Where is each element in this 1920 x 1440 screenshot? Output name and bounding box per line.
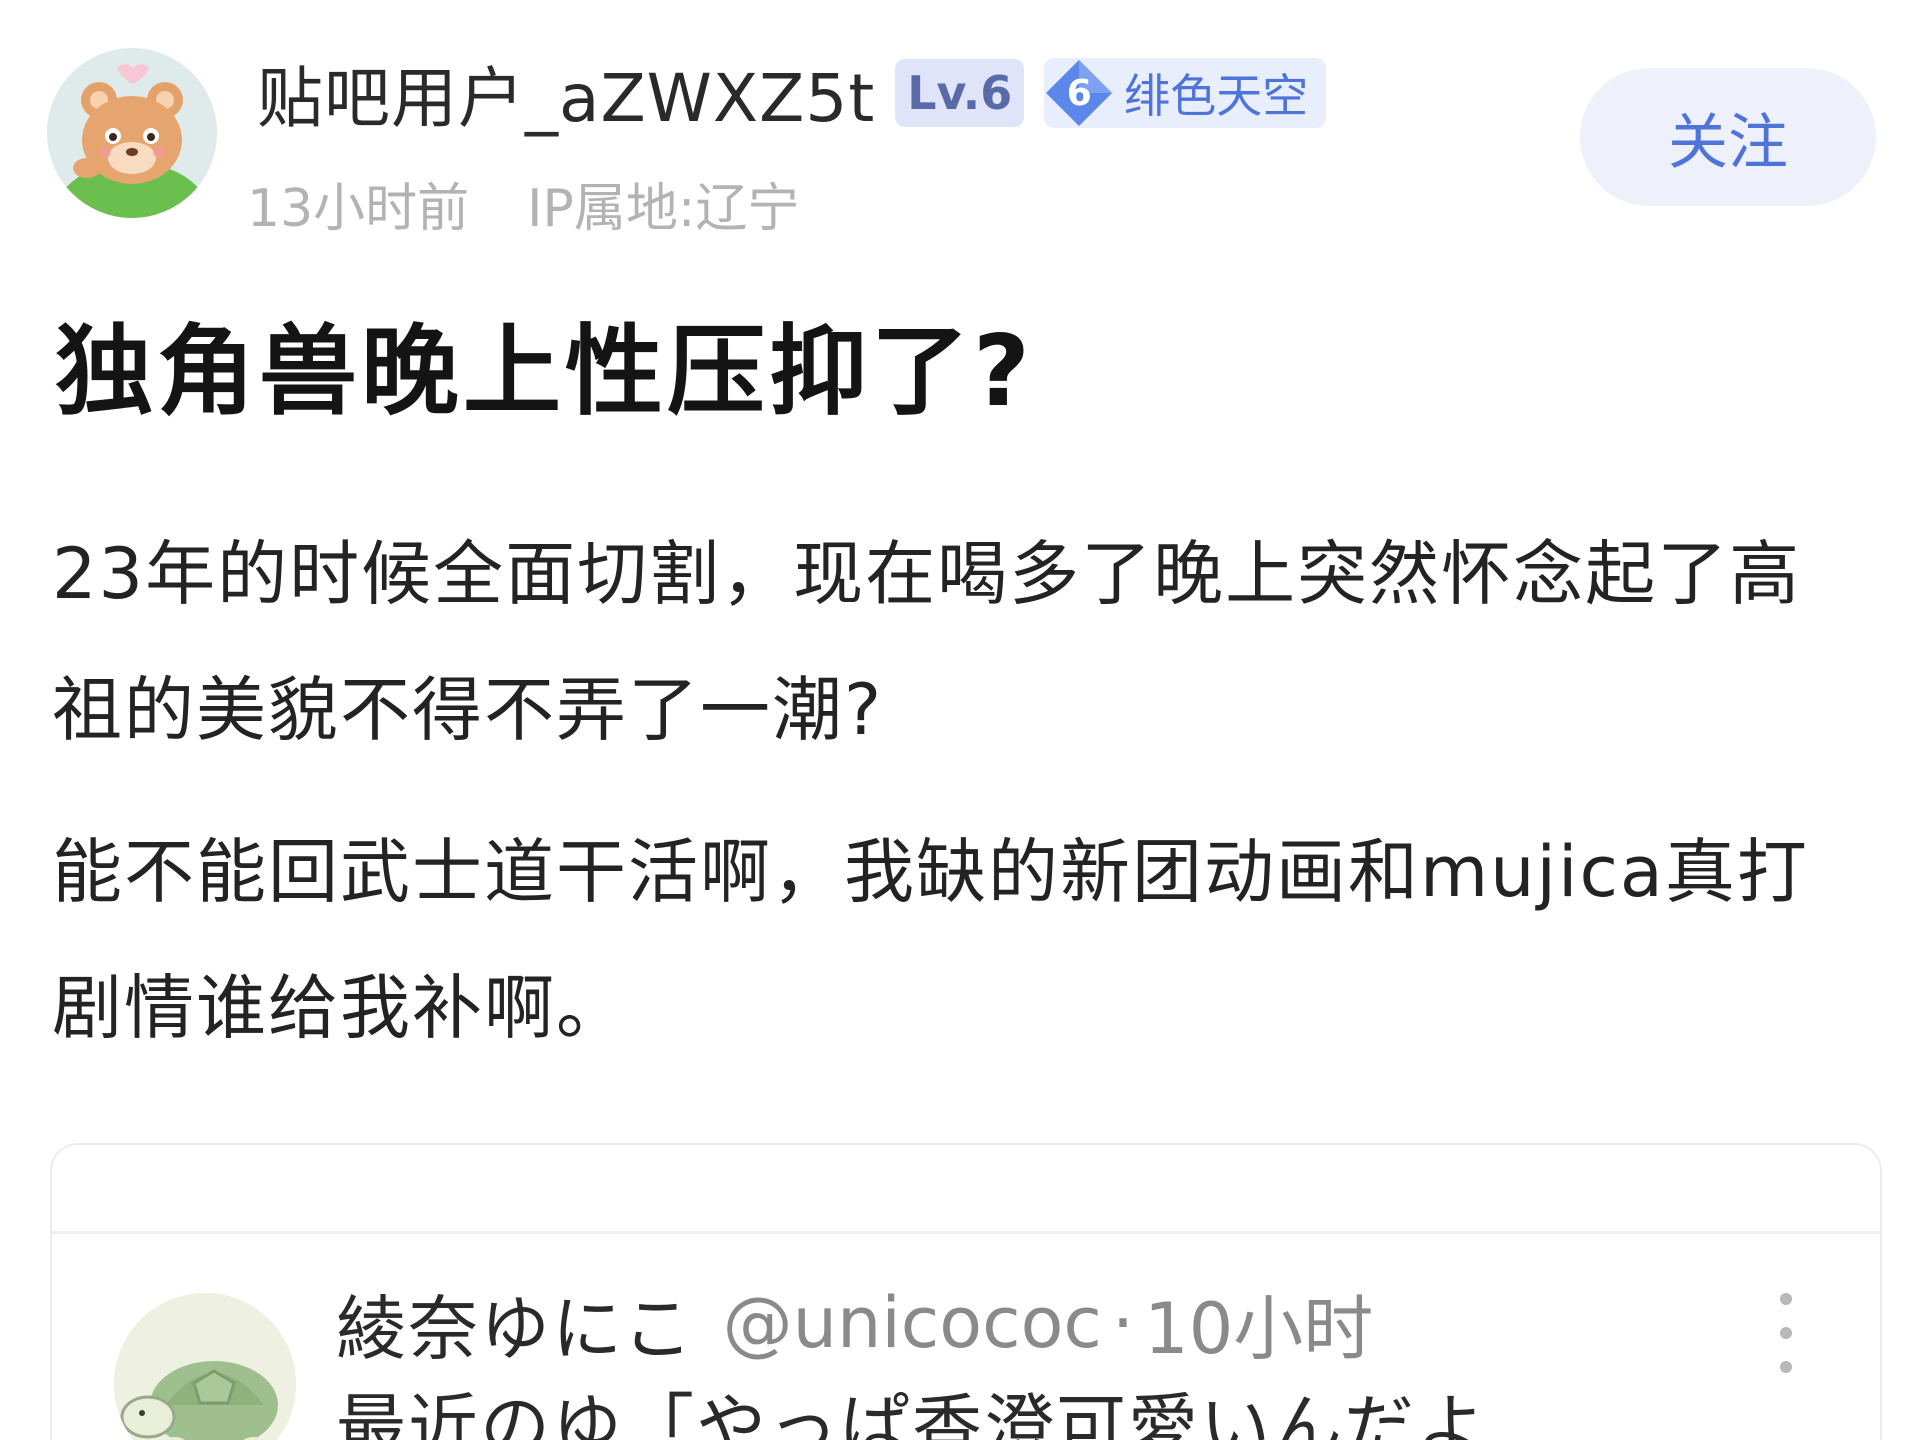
more-dot (1780, 1327, 1792, 1339)
divider (52, 1231, 1880, 1234)
embed-avatar[interactable] (114, 1293, 296, 1440)
post-paragraph: 能不能回武士道干活啊，我缺的新团动画和mujica真打剧情谁给我补啊。 (52, 831, 1809, 1049)
post-meta: 13小时前 IP属地:辽宁 (247, 168, 800, 239)
level-badge: Lv.6 (895, 59, 1025, 127)
embed-author-name[interactable]: 綾奈ゆにこ (336, 1273, 695, 1374)
post-page: 贴吧用户_aZWXZ5t Lv.6 6 绯色天空 13小时前 IP属地:辽宁 关… (0, 0, 1920, 1440)
turtle-avatar-icon (114, 1293, 296, 1440)
embed-separator: · (1111, 1282, 1135, 1364)
embed-author-handle[interactable]: @unicococ (723, 1282, 1102, 1364)
title-badge[interactable]: 6 绯色天空 (1042, 56, 1327, 130)
embed-time: 10小时 (1144, 1287, 1374, 1370)
post-paragraph: 23年的时候全面切割，现在喝多了晚上突然怀念起了高祖的美貌不得不弄了一潮? (52, 533, 1802, 751)
more-vertical-icon[interactable] (1766, 1293, 1806, 1373)
diamond-icon: 6 (1042, 56, 1116, 130)
post-title: 独角兽晚上性压抑了? (55, 315, 1034, 429)
more-dot (1780, 1361, 1792, 1373)
bear-avatar-icon (47, 48, 217, 218)
follow-button[interactable]: 关注 (1580, 68, 1876, 206)
title-badge-text: 绯色天空 (1124, 69, 1309, 123)
title-badge-number: 6 (1066, 72, 1092, 114)
post-time: 13小时前 (247, 178, 470, 239)
embed-header: 綾奈ゆにこ @unicococ · 10小时 (336, 1275, 1373, 1371)
more-dot (1780, 1293, 1792, 1305)
author-avatar[interactable] (47, 48, 217, 218)
embed-text: 最近のゆ「やっぱ香澄可愛いんだよ (336, 1386, 1488, 1440)
author-username[interactable]: 贴吧用户_aZWXZ5t (257, 45, 875, 141)
author-row: 贴吧用户_aZWXZ5t Lv.6 6 绯色天空 (257, 52, 1327, 137)
embedded-post-card[interactable]: 綾奈ゆにこ @unicococ · 10小时 最近のゆ「やっぱ香澄可愛いんだよ (50, 1143, 1882, 1440)
ip-location: IP属地:辽宁 (527, 178, 800, 239)
